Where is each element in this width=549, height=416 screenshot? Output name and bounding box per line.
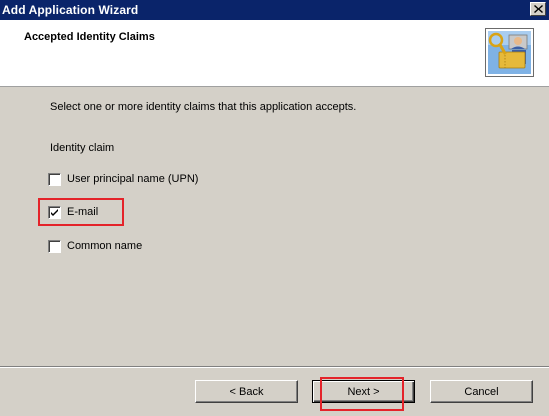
claim-upn-checkbox[interactable] (48, 172, 61, 186)
wizard-header: Accepted Identity Claims (0, 20, 549, 87)
identity-claim-label: Identity claim (50, 142, 115, 154)
wizard-footer: < Back Next > Cancel (0, 366, 549, 416)
claim-upn-label: User principal name (UPN) (67, 173, 199, 185)
page-title: Accepted Identity Claims (24, 31, 155, 43)
cancel-button[interactable]: Cancel (430, 380, 533, 403)
intro-text: Select one or more identity claims that … (50, 101, 357, 113)
claim-common-name-checkbox[interactable] (48, 239, 61, 253)
wizard-window: Add Application Wizard Accepted Identity… (0, 0, 549, 416)
close-icon (534, 5, 543, 13)
next-button[interactable]: Next > (312, 380, 415, 403)
claim-email-label: E-mail (67, 206, 99, 218)
window-title: Add Application Wizard (2, 3, 139, 17)
wizard-content: Select one or more identity claims that … (0, 88, 549, 366)
claim-upn-option[interactable]: User principal name (UPN) (48, 171, 198, 187)
checkmark-icon (51, 208, 58, 216)
close-button[interactable] (530, 2, 546, 16)
wizard-ticket-user-icon (485, 28, 534, 77)
back-button[interactable]: < Back (195, 380, 298, 403)
claim-email-checkbox[interactable] (48, 205, 61, 219)
title-bar: Add Application Wizard (0, 0, 549, 20)
claim-common-name-option[interactable]: Common name (48, 238, 142, 254)
claim-common-name-label: Common name (67, 240, 143, 252)
claim-email-option[interactable]: E-mail (48, 204, 98, 220)
